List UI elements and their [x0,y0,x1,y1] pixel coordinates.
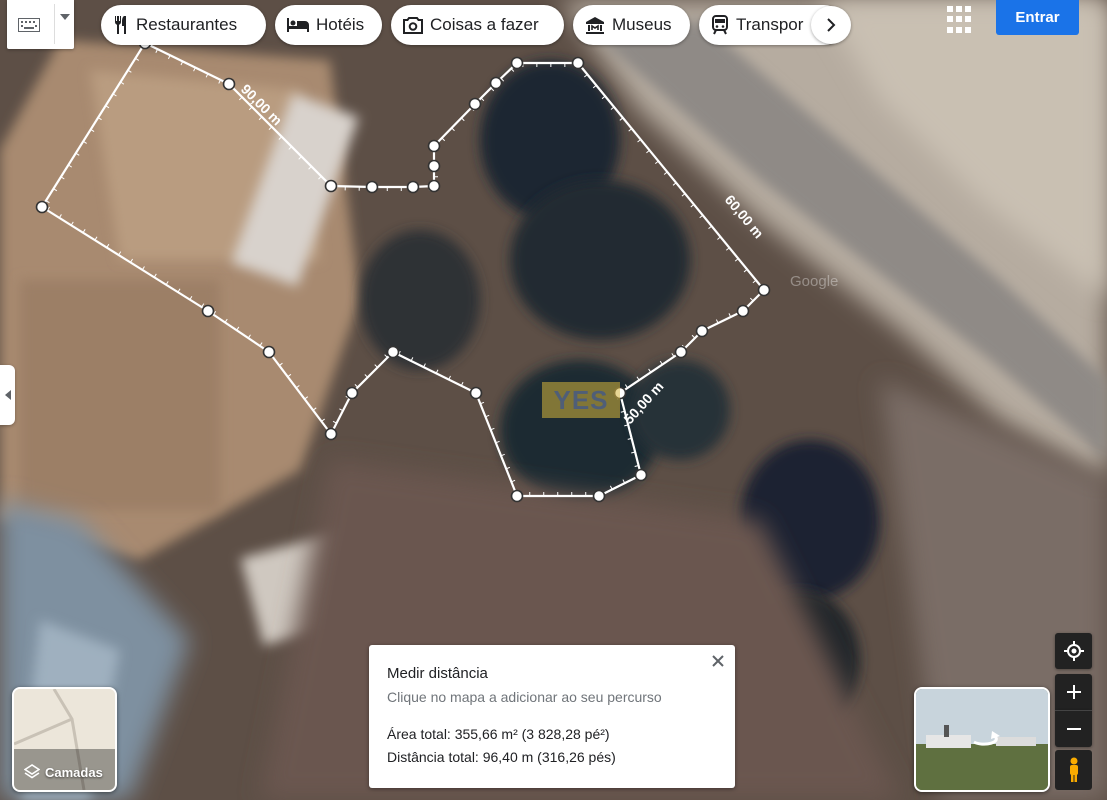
watermark-logo: YES [542,382,620,418]
path-vertex[interactable] [324,427,338,441]
path-vertex[interactable] [262,345,276,359]
path-vertex[interactable] [427,159,441,173]
zoom-in-button[interactable] [1055,674,1092,710]
pegman-button[interactable] [1055,750,1092,790]
path-vertex[interactable] [365,180,379,194]
path-vertex[interactable] [468,97,482,111]
path-vertex[interactable] [386,345,400,359]
chip-restaurants[interactable]: Restaurantes [101,5,266,45]
chevron-right-icon [827,18,836,32]
plus-icon [1066,685,1081,699]
input-tools-button[interactable] [7,0,74,49]
chip-label: Coisas a fazer [430,15,539,34]
path-vertex[interactable] [469,386,483,400]
total-area: Área total: 355,66 m² (3 828,28 pé²) [387,726,610,742]
caret-left-icon [4,390,11,400]
my-location-button[interactable] [1055,633,1092,669]
path-vertex[interactable] [634,468,648,482]
minus-icon [1066,728,1081,730]
path-vertex[interactable] [35,200,49,214]
my-location-icon [1063,641,1084,661]
chip-label: Hotéis [316,15,365,34]
scroll-chips-right-button[interactable] [811,6,851,44]
measure-hint: Clique no mapa a adicionar ao seu percur… [387,689,662,705]
path-vertex[interactable] [571,56,585,70]
layers-label: Camadas [45,764,103,780]
camera-icon [403,16,423,34]
museum-icon [586,17,604,34]
layers-button[interactable]: Camadas [12,687,117,792]
zoom-out-button[interactable] [1055,710,1092,747]
path-vertex[interactable] [222,77,236,91]
chip-museums[interactable]: Museus [573,5,690,45]
chip-label: Restaurantes [136,15,238,34]
street-view-thumbnail[interactable] [914,687,1050,792]
path-vertex[interactable] [695,324,709,338]
path-vertex[interactable] [757,283,771,297]
path-vertex[interactable] [674,345,688,359]
apps-grid-icon[interactable] [945,4,977,36]
chip-label: Transpor [736,15,804,34]
close-measure-button[interactable] [707,650,729,672]
chip-things-to-do[interactable]: Coisas a fazer [391,5,564,45]
path-vertex[interactable] [345,386,359,400]
path-vertex[interactable] [201,304,215,318]
measure-distance-panel: Medir distância Clique no mapa a adicion… [369,645,735,788]
path-vertex[interactable] [510,489,524,503]
hotel-icon [287,18,309,32]
path-vertex[interactable] [489,76,503,90]
sign-in-button[interactable]: Entrar [996,0,1079,35]
layers-icon [24,764,40,779]
path-vertex[interactable] [324,179,338,193]
restaurant-icon [115,16,126,34]
path-vertex[interactable] [592,489,606,503]
path-vertex[interactable] [510,56,524,70]
close-icon [712,655,724,667]
chip-hotels[interactable]: Hotéis [275,5,382,45]
map-watermark: Google [790,273,838,290]
pegman-icon [1069,757,1078,782]
measure-title: Medir distância [387,665,488,682]
keyboard-icon [18,17,40,32]
collapse-side-panel-button[interactable] [0,365,15,425]
path-vertex[interactable] [406,180,420,194]
chip-label: Museus [612,15,672,34]
path-vertex[interactable] [427,139,441,153]
path-vertex[interactable] [427,179,441,193]
street-view-image [916,689,1048,790]
transit-icon [712,15,728,35]
path-vertex[interactable] [736,304,750,318]
total-distance: Distância total: 96,40 m (316,26 pés) [387,749,616,765]
chevron-down-icon[interactable] [60,14,70,20]
